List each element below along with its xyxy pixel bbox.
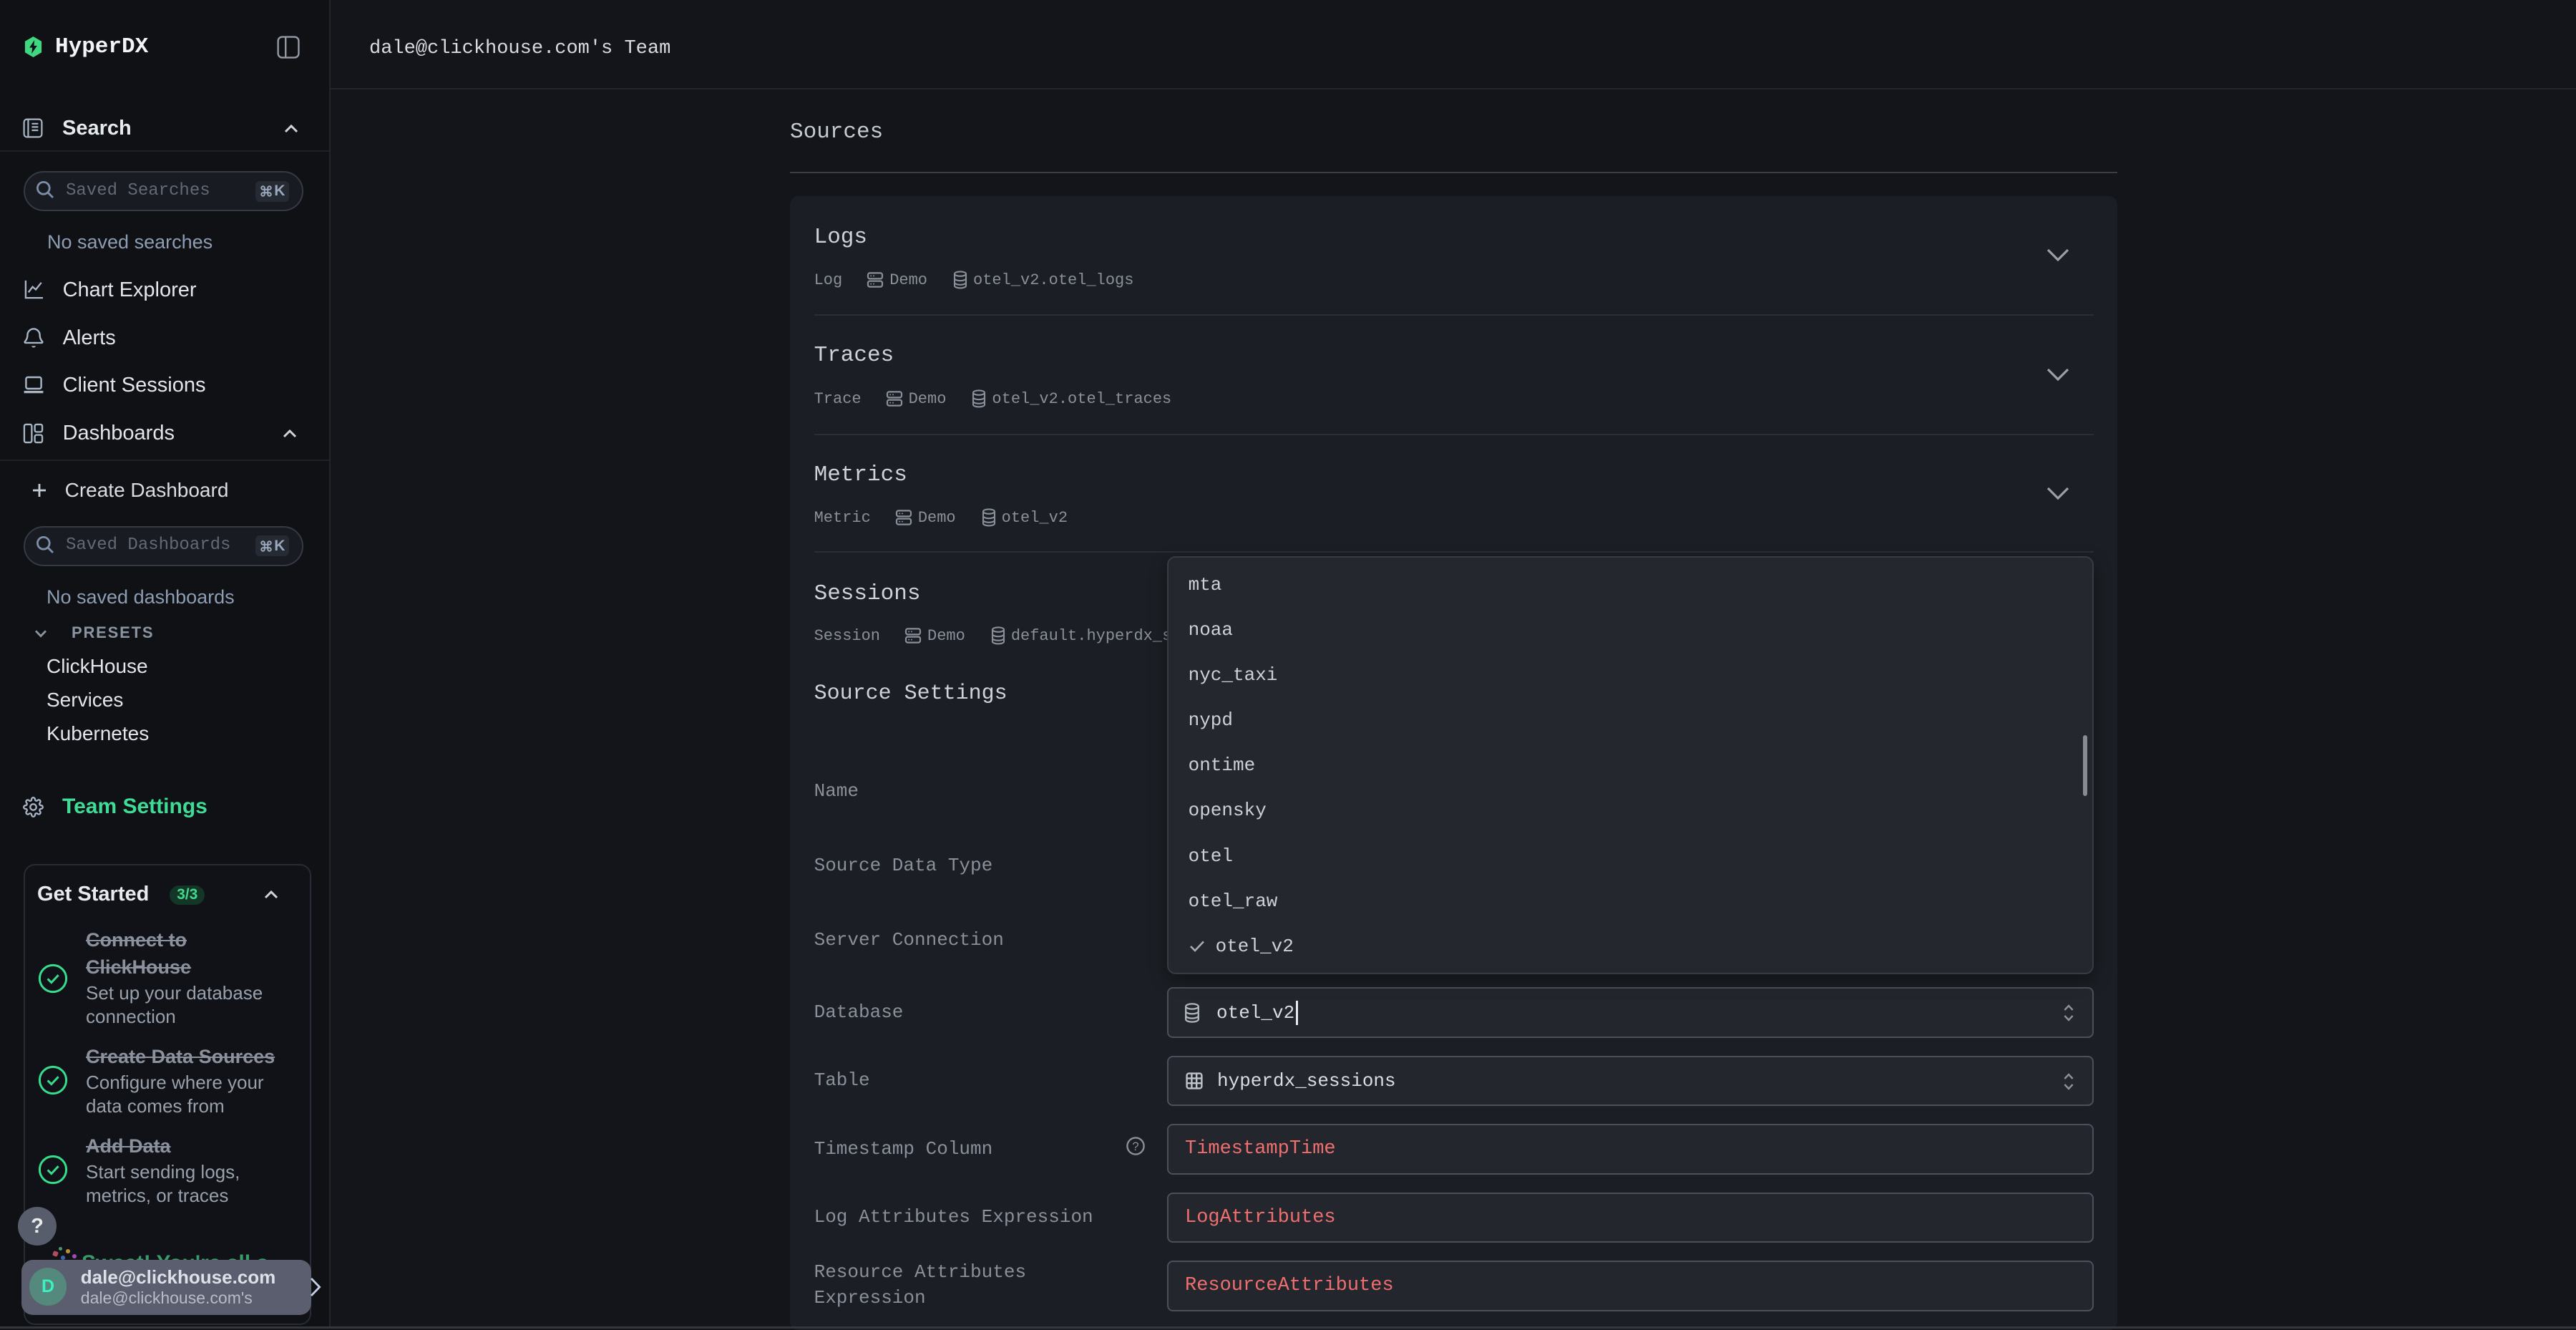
svg-text:?: ?	[1132, 1140, 1138, 1153]
